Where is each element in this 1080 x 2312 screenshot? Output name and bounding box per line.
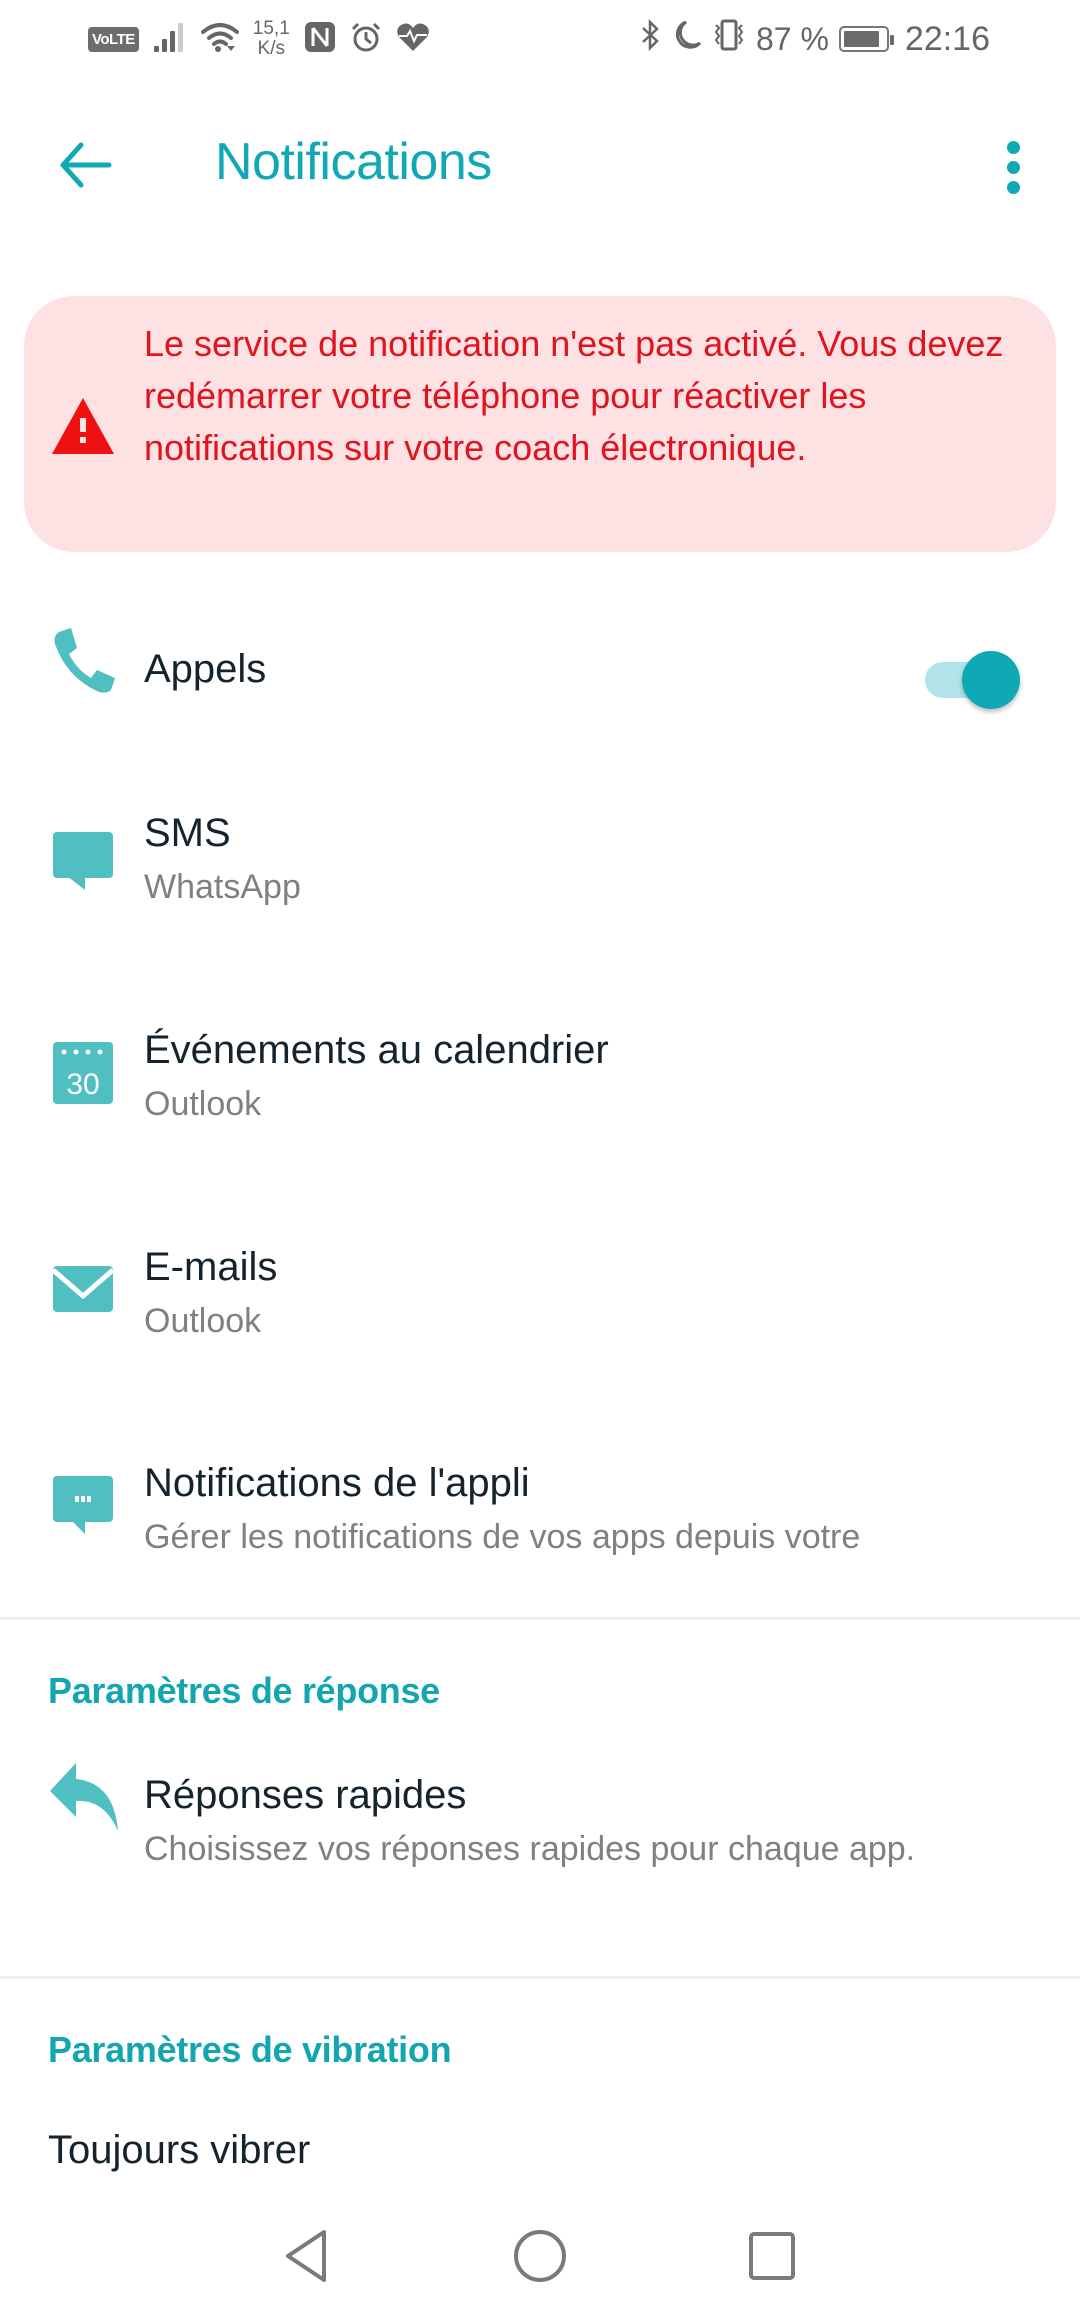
nav-back-button[interactable]: [266, 2218, 346, 2294]
quick-replies-sub: Choisissez vos réponses rapides pour cha…: [144, 1830, 916, 1868]
nav-back-icon: [286, 2230, 326, 2282]
calendar-label: Événements au calendrier: [144, 1028, 609, 1072]
warning-triangle-icon: [52, 398, 114, 454]
nav-home-button[interactable]: [500, 2218, 580, 2294]
calls-label: Appels: [144, 647, 267, 691]
clock: 22:16: [904, 19, 990, 58]
list-item-calls[interactable]: Appels: [0, 618, 1080, 728]
sms-label: SMS: [144, 811, 231, 855]
heart-rate-icon: [396, 22, 430, 57]
calendar-icon: 30: [48, 1037, 118, 1107]
list-item-quick-replies[interactable]: Réponses rapides Choisissez vos réponses…: [0, 1760, 1080, 1930]
nav-recents-button[interactable]: [732, 2218, 812, 2294]
nav-recents-icon: [749, 2232, 795, 2280]
bluetooth-icon: [640, 18, 662, 59]
list-item-calendar[interactable]: 30 Événements au calendrier Outlook: [0, 1015, 1080, 1145]
toggle-thumb: [962, 651, 1020, 709]
page-title: Notifications: [215, 133, 492, 191]
system-nav-bar: [0, 2200, 1080, 2312]
arrow-left-icon: [60, 142, 112, 188]
calls-toggle[interactable]: [925, 642, 1025, 712]
app-notification-bubble-icon: [48, 1470, 118, 1540]
divider: [0, 1976, 1080, 1979]
status-bar: VoLTE 15,1 K/s 87 % 22:16: [0, 0, 1080, 80]
mail-icon: [48, 1254, 118, 1324]
app-notifications-sub: Gérer les notifications de vos apps depu…: [144, 1518, 861, 1556]
status-bar-right: 87 % 22:16: [640, 14, 990, 64]
nav-home-icon: [514, 2230, 566, 2282]
alarm-icon: [350, 21, 382, 58]
quick-replies-label: Réponses rapides: [144, 1773, 467, 1817]
always-vibrate-item[interactable]: Toujours vibrer: [48, 2128, 310, 2173]
emails-label: E-mails: [144, 1245, 278, 1289]
reply-icon: [48, 1762, 118, 1832]
wifi-icon: [200, 21, 239, 58]
do-not-disturb-moon-icon: [672, 19, 702, 59]
status-bar-left: VoLTE 15,1 K/s: [88, 14, 430, 64]
app-bar: Notifications: [0, 100, 1080, 230]
list-item-app-notifications[interactable]: Notifications de l'appli Gérer les notif…: [0, 1448, 1080, 1578]
emails-sub: Outlook: [144, 1302, 262, 1340]
battery-percent: 87 %: [755, 20, 829, 57]
volte-icon: VoLTE: [88, 26, 139, 52]
sms-bubble-icon: [48, 826, 118, 896]
signal-icon: [153, 21, 187, 58]
calendar-icon-day: 30: [66, 1068, 99, 1101]
calendar-sub: Outlook: [144, 1085, 262, 1123]
section-header-reply: Paramètres de réponse: [48, 1670, 440, 1711]
more-vertical-icon-dot: [1006, 161, 1020, 174]
section-header-vibration: Paramètres de vibration: [48, 2029, 452, 2070]
warning-message: Le service de notification n'est pas act…: [144, 323, 1004, 468]
warning-banner: Le service de notification n'est pas act…: [24, 296, 1056, 552]
network-speed-value: 15,1: [252, 18, 290, 39]
list-item-sms[interactable]: SMS WhatsApp: [0, 798, 1080, 928]
vibrate-icon: [712, 19, 746, 59]
more-options-button[interactable]: [985, 130, 1041, 205]
network-speed: 15,1 K/s: [253, 19, 290, 59]
more-vertical-icon-dot: [1006, 181, 1020, 194]
battery-icon: [838, 26, 894, 52]
network-speed-unit: K/s: [257, 38, 285, 59]
divider: [0, 1617, 1080, 1620]
battery-fill: [843, 31, 879, 47]
back-button[interactable]: [50, 130, 120, 200]
nfc-icon: [304, 21, 336, 58]
more-vertical-icon-dot: [1006, 141, 1020, 154]
app-notifications-label: Notifications de l'appli: [144, 1461, 530, 1505]
sms-sub: WhatsApp: [144, 868, 301, 906]
phone-icon: [48, 626, 118, 696]
list-item-emails[interactable]: E-mails Outlook: [0, 1232, 1080, 1362]
